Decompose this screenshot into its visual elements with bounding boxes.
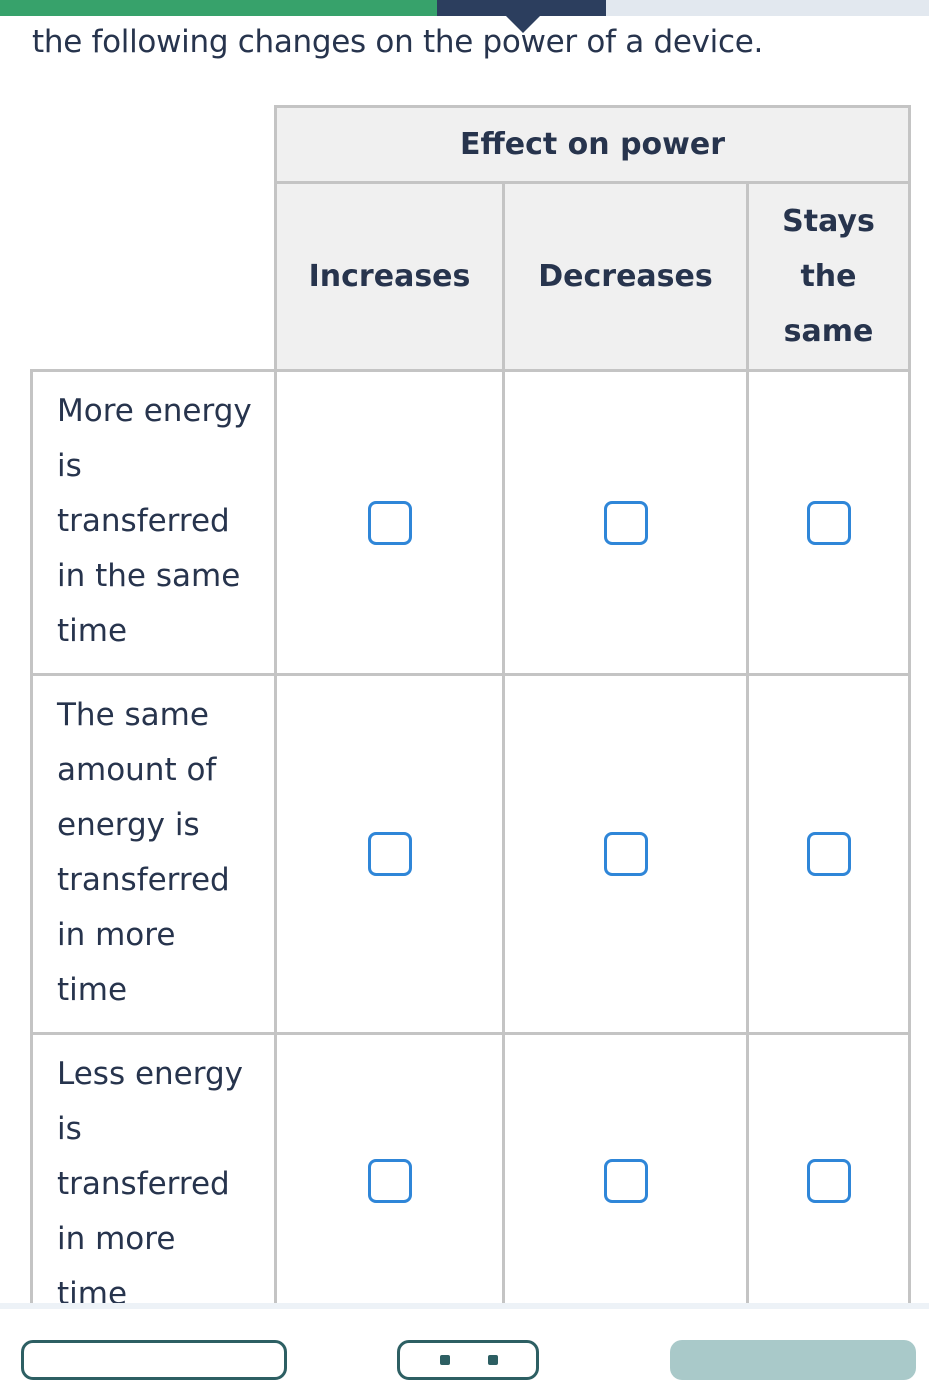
secondary-button[interactable] bbox=[21, 1340, 287, 1380]
tool-button[interactable] bbox=[397, 1340, 539, 1380]
cell-stays-same bbox=[746, 1032, 911, 1305]
progress-bar bbox=[0, 0, 929, 33]
cell-increases bbox=[274, 673, 505, 1035]
button-icon bbox=[488, 1355, 498, 1365]
table-row: More energy is transferred in the same t… bbox=[30, 369, 911, 676]
progress-segment-completed bbox=[0, 0, 437, 16]
progress-segment-current bbox=[437, 0, 606, 16]
checkbox-unchecked-icon[interactable] bbox=[806, 1159, 851, 1203]
corner-cell bbox=[31, 182, 276, 371]
progress-segment-remaining bbox=[606, 0, 929, 16]
corner-cell bbox=[31, 106, 276, 183]
button-icon bbox=[440, 1355, 450, 1365]
table-row: Less energy is transferred in more time bbox=[30, 1032, 911, 1305]
checkbox-unchecked-icon[interactable] bbox=[367, 500, 412, 545]
cell-decreases bbox=[502, 673, 749, 1035]
checkbox-unchecked-icon[interactable] bbox=[603, 1159, 648, 1203]
check-answer-button[interactable] bbox=[670, 1340, 916, 1380]
column-header-decreases: Decreases bbox=[502, 181, 749, 372]
column-header-increases: Increases bbox=[274, 181, 505, 372]
row-label: The same amount of energy is transferred… bbox=[30, 673, 277, 1035]
row-label: More energy is transferred in the same t… bbox=[30, 369, 277, 676]
answer-grid: Effect on power Increases Decreases Stay… bbox=[30, 105, 911, 1305]
answer-grid-container: Effect on power Increases Decreases Stay… bbox=[0, 105, 929, 1305]
cell-stays-same bbox=[746, 673, 911, 1035]
cell-decreases bbox=[502, 1032, 749, 1305]
column-header-stays-same: Stays the same bbox=[746, 181, 911, 372]
checkbox-unchecked-icon[interactable] bbox=[806, 500, 851, 545]
checkbox-unchecked-icon[interactable] bbox=[806, 832, 851, 876]
checkbox-unchecked-icon[interactable] bbox=[603, 832, 648, 876]
cell-decreases bbox=[502, 369, 749, 676]
checkbox-unchecked-icon[interactable] bbox=[367, 1159, 412, 1203]
footer-divider bbox=[0, 1303, 929, 1309]
checkbox-unchecked-icon[interactable] bbox=[367, 832, 412, 876]
cell-stays-same bbox=[746, 369, 911, 676]
group-header: Effect on power bbox=[274, 105, 911, 184]
question-prompt: the following changes on the power of a … bbox=[32, 24, 764, 60]
checkbox-unchecked-icon[interactable] bbox=[603, 500, 648, 545]
cell-increases bbox=[274, 1032, 505, 1305]
row-label: Less energy is transferred in more time bbox=[30, 1032, 277, 1305]
cell-increases bbox=[274, 369, 505, 676]
table-row: The same amount of energy is transferred… bbox=[30, 673, 911, 1035]
